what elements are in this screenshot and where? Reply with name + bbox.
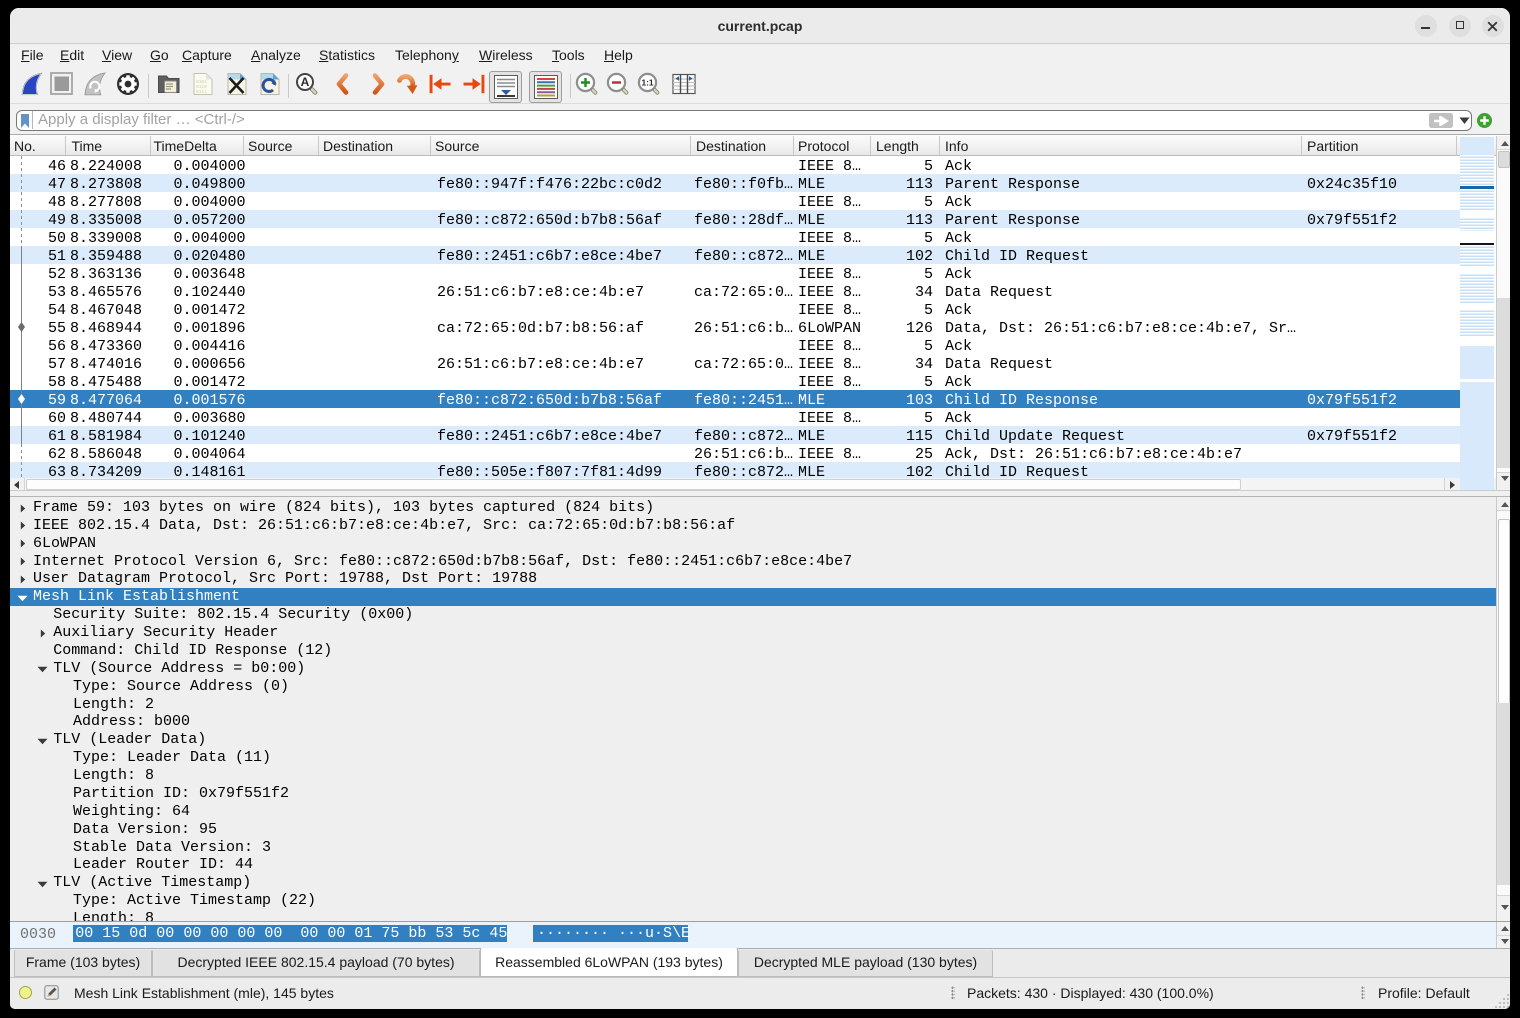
- svg-text:A: A: [301, 75, 310, 89]
- svg-text:0111: 0111: [196, 89, 207, 95]
- svg-text:1:1: 1:1: [641, 78, 653, 88]
